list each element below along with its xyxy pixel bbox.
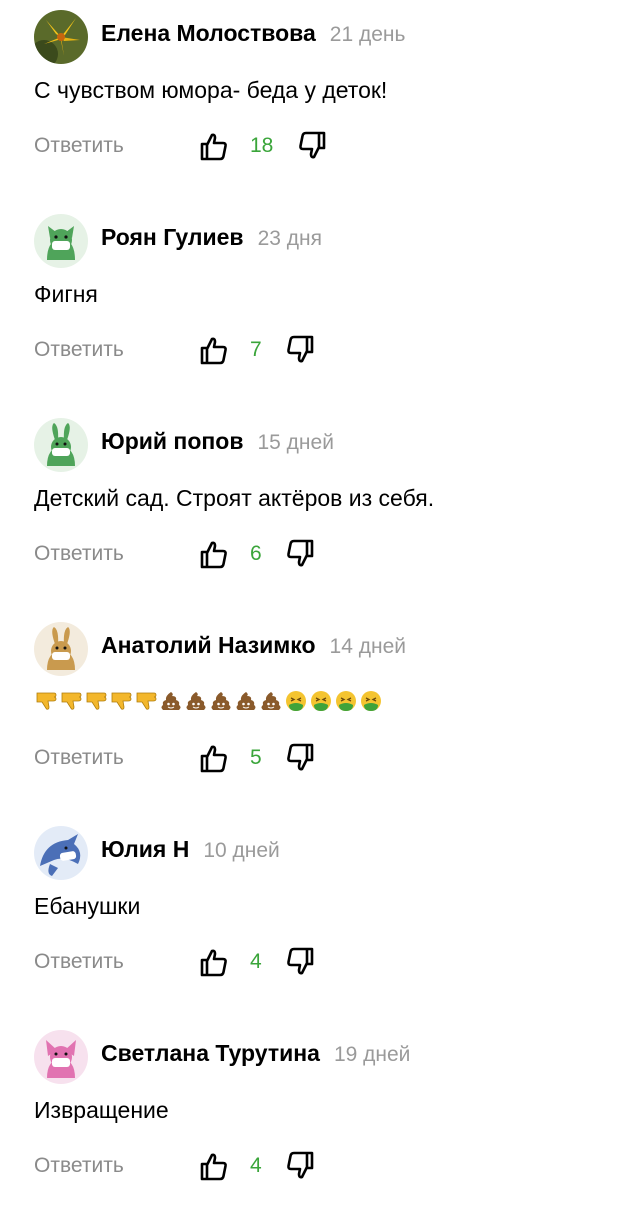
- pile-of-poo-emoji-icon: [259, 689, 283, 713]
- comment-item: Анатолий Назимко 14 дней Ответить 5: [0, 612, 640, 816]
- nauseated-face-emoji-icon: [359, 689, 383, 713]
- reply-button[interactable]: Ответить: [34, 1154, 124, 1178]
- author-name[interactable]: Елена Молоствова: [101, 20, 316, 47]
- reply-button[interactable]: Ответить: [34, 338, 124, 362]
- thumbs-down-emoji-icon: [59, 689, 83, 713]
- comment-item: Светлана Турутина 19 дней Извращение Отв…: [0, 1020, 640, 1224]
- comment-time: 15 дней: [257, 431, 334, 454]
- thumbs-up-icon[interactable]: [198, 742, 230, 774]
- thumbs-down-icon[interactable]: [284, 742, 316, 774]
- reply-button[interactable]: Ответить: [34, 950, 124, 974]
- thumbs-down-emoji-icon: [134, 689, 158, 713]
- comment-text: Детский сад. Строят актёров из себя.: [34, 485, 435, 511]
- comment-item: Юлия Н 10 дней Ебанушки Ответить 4: [0, 816, 640, 1020]
- comment-author[interactable]: Юлия Н 10 дней: [101, 836, 280, 863]
- like-count: 7: [250, 338, 262, 361]
- thumbs-down-emoji-icon: [84, 689, 108, 713]
- author-name[interactable]: Юрий попов: [101, 428, 243, 455]
- comment-actions: Ответить 18: [34, 128, 434, 168]
- nauseated-face-emoji-icon: [309, 689, 333, 713]
- reply-button[interactable]: Ответить: [34, 746, 124, 770]
- comment-author[interactable]: Юрий попов 15 дней: [101, 428, 334, 455]
- thumbs-up-icon[interactable]: [198, 130, 230, 162]
- thumbs-down-emoji-icon: [109, 689, 133, 713]
- tan-rabbit-mask-avatar-icon[interactable]: [34, 622, 88, 676]
- comment-time: 14 дней: [329, 635, 406, 658]
- comment-actions: Ответить 7: [34, 332, 434, 372]
- comment-author[interactable]: Анатолий Назимко 14 дней: [101, 632, 406, 659]
- thumbs-up-icon[interactable]: [198, 538, 230, 570]
- thumbs-down-icon[interactable]: [284, 1150, 316, 1182]
- comment-item: Юрий попов 15 дней Детский сад. Строят а…: [0, 408, 640, 612]
- like-count: 6: [250, 542, 262, 565]
- comment-time: 21 день: [329, 23, 406, 46]
- author-name[interactable]: Анатолий Назимко: [101, 632, 316, 659]
- comment-actions: Ответить 5: [34, 740, 434, 780]
- comment-author[interactable]: Роян Гулиев 23 дня: [101, 224, 322, 251]
- author-name[interactable]: Роян Гулиев: [101, 224, 244, 251]
- thumbs-down-emoji-icon: [34, 689, 58, 713]
- comment-time: 23 дня: [257, 227, 322, 250]
- nauseated-face-emoji-icon: [334, 689, 358, 713]
- pile-of-poo-emoji-icon: [184, 689, 208, 713]
- thumbs-down-icon[interactable]: [284, 334, 316, 366]
- pink-fox-mask-avatar-icon[interactable]: [34, 1030, 88, 1084]
- green-rabbit-mask-avatar-icon[interactable]: [34, 418, 88, 472]
- author-name[interactable]: Юлия Н: [101, 836, 189, 863]
- comment-actions: Ответить 6: [34, 536, 434, 576]
- comment-actions: Ответить 4: [34, 944, 434, 984]
- reply-button[interactable]: Ответить: [34, 542, 124, 566]
- like-count: 18: [250, 134, 274, 157]
- comment-text: Ебанушки: [34, 893, 141, 919]
- thumbs-down-icon[interactable]: [284, 538, 316, 570]
- comment-actions: Ответить 4: [34, 1148, 434, 1188]
- pile-of-poo-emoji-icon: [234, 689, 258, 713]
- comment-text: Извращение: [34, 1097, 169, 1123]
- comment-author[interactable]: Елена Молоствова 21 день: [101, 20, 405, 47]
- thumbs-down-icon[interactable]: [284, 946, 316, 978]
- reply-button[interactable]: Ответить: [34, 134, 124, 158]
- nauseated-face-emoji-icon: [284, 689, 308, 713]
- comment-time: 10 дней: [203, 839, 280, 862]
- pile-of-poo-emoji-icon: [209, 689, 233, 713]
- comment-item: Роян Гулиев 23 дня Фигня Ответить 7: [0, 204, 640, 408]
- comment-emoji-text: [34, 689, 383, 713]
- lily-flower-avatar-icon[interactable]: [34, 10, 88, 64]
- like-count: 4: [250, 1154, 262, 1177]
- blue-dolphin-mask-avatar-icon[interactable]: [34, 826, 88, 880]
- like-count: 5: [250, 746, 262, 769]
- thumbs-up-icon[interactable]: [198, 334, 230, 366]
- green-cat-mask-avatar-icon[interactable]: [34, 214, 88, 268]
- pile-of-poo-emoji-icon: [159, 689, 183, 713]
- comment-time: 19 дней: [333, 1043, 411, 1066]
- author-name[interactable]: Светлана Турутина: [101, 1040, 320, 1067]
- comment-text: С чувством юмора- беда у деток!: [34, 77, 388, 103]
- thumbs-down-icon[interactable]: [296, 130, 328, 162]
- comment-item: Елена Молоствова 21 день С чувством юмор…: [0, 0, 640, 204]
- thumbs-up-icon[interactable]: [198, 946, 230, 978]
- comment-author[interactable]: Светлана Турутина 19 дней: [101, 1040, 410, 1067]
- comment-text: Фигня: [34, 281, 98, 307]
- thumbs-up-icon[interactable]: [198, 1150, 230, 1182]
- like-count: 4: [250, 950, 262, 973]
